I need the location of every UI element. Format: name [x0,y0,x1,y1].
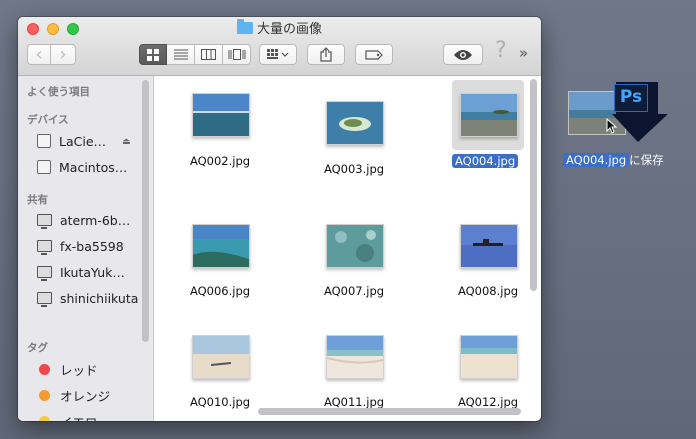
disk-icon [37,160,51,174]
sidebar-item-macintosh[interactable]: Macintos… [37,157,127,177]
file-name[interactable]: AQ011.jpg [322,395,386,409]
sidebar-item-ikutayuk[interactable]: IkutaYuk… [37,262,125,282]
file-name[interactable]: AQ003.jpg [322,162,386,176]
monitor-icon [37,214,52,229]
image-thumbnail-icon [461,225,517,267]
file-name[interactable]: AQ012.jpg [456,395,520,409]
sidebar-item-label: shinichiikuta [60,290,139,306]
image-thumbnail-icon [326,336,384,378]
folder-icon [236,19,253,34]
sidebar: よく使う項目 デバイス LaCie… Macintos… 共有 aterm-6b… [18,76,154,421]
image-thumbnail-icon [327,102,383,144]
columns-icon [201,49,216,60]
file-name[interactable]: AQ010.jpg [188,395,252,409]
window-title: 大量の画像 [18,19,541,39]
image-thumbnail-icon [327,225,383,267]
image-thumbnail-icon [193,94,249,136]
forward-icon: › [59,44,67,65]
column-view-button[interactable] [195,44,223,65]
tag-icon [365,49,383,60]
arrange-icon [267,49,289,59]
file-thumbnail[interactable] [460,335,518,379]
sidebar-item-aterm[interactable]: aterm-6b… [37,210,130,230]
tag-color-dot [39,389,50,401]
file-thumbnail[interactable] [460,224,518,268]
disk-icon [37,134,51,148]
image-thumbnail-icon [461,336,517,378]
cover-flow-icon [228,49,245,60]
view-mode-control [139,44,251,65]
eye-icon [454,49,472,60]
file-thumbnail[interactable] [326,335,384,379]
file-name-selected[interactable]: AQ004.jpg [452,154,519,168]
file-name[interactable]: AQ007.jpg [322,284,386,298]
image-thumbnail-icon [193,225,249,267]
sidebar-item-lacie[interactable]: LaCie… [37,131,106,151]
drag-hint-text: に保存 [629,153,664,167]
file-name[interactable]: AQ008.jpg [456,284,520,298]
sidebar-section-shared: 共有 [27,194,48,206]
window-title-text: 大量の画像 [256,22,322,37]
sidebar-section-devices: デバイス [27,114,69,126]
content-vertical-scrollbar[interactable] [530,79,537,291]
sidebar-item-label: Macintos… [59,159,128,175]
toolbar-overflow-icon[interactable]: » [519,44,528,62]
photoshop-app-icon: Ps [614,84,648,112]
file-thumbnail[interactable] [192,224,250,268]
sidebar-item-fx[interactable]: fx-ba5598 [37,236,124,256]
content-horizontal-scrollbar[interactable] [258,408,521,415]
sidebar-section-tags: タグ [27,342,48,354]
tag-color-dot [39,415,50,421]
file-name[interactable]: AQ002.jpg [188,154,252,168]
sidebar-tag-red[interactable]: レッド [37,359,98,379]
tags-button[interactable] [355,44,393,65]
monitor-icon [37,292,52,307]
sidebar-item-label: オレンジ [60,388,111,404]
tag-color-dot [39,363,50,375]
sidebar-tag-orange[interactable]: オレンジ [37,385,110,405]
sidebar-section-favorites: よく使う項目 [27,86,90,98]
title-bar: 大量の画像 ‹ › ? » [18,17,541,76]
eject-icon[interactable]: ⏏ [122,137,131,147]
dragged-file-name: AQ004.jpg [563,153,630,167]
icon-grid-icon [147,48,159,61]
sidebar-item-label: LaCie… [59,133,107,149]
sidebar-item-label: レッド [60,362,98,378]
file-thumbnail[interactable] [192,93,250,137]
sidebar-scrollbar[interactable] [142,80,149,342]
sidebar-item-shinichiikuta[interactable]: shinichiikuta [37,288,138,308]
cover-flow-button[interactable] [223,44,251,65]
sidebar-item-label: IkutaYuk… [60,264,125,280]
laptop-icon [37,266,52,281]
sidebar-tag-yellow[interactable]: イエロー [37,411,110,421]
file-thumbnail[interactable] [326,101,384,145]
file-thumbnail[interactable] [192,335,250,379]
image-thumbnail-icon [461,94,517,136]
sidebar-item-label: aterm-6b… [60,212,131,228]
back-button[interactable]: ‹ [27,44,51,65]
cursor-pointer-icon [606,118,618,134]
list-view-button[interactable] [167,44,195,65]
icon-view-button[interactable] [139,44,167,65]
forward-button[interactable]: › [51,44,76,65]
file-grid: AQ002.jpg AQ003.jpg AQ004.jpg AQ006.jpg … [154,76,541,421]
back-icon: ‹ [35,44,43,65]
share-icon [320,47,332,62]
arrange-menu-button[interactable] [259,44,297,65]
sidebar-item-label: fx-ba5598 [60,238,124,254]
finder-window: 大量の画像 ‹ › ? » よく使う項目 デバイス LaCie… Macinto… [18,17,541,421]
file-thumbnail[interactable] [460,93,518,137]
share-button[interactable] [307,44,345,65]
file-name[interactable]: AQ006.jpg [188,284,252,298]
image-thumbnail-icon [193,336,249,378]
drag-label: AQ004.jpg に保存 [563,152,664,168]
list-icon [173,49,188,60]
file-thumbnail[interactable] [326,224,384,268]
quick-look-button[interactable] [443,44,483,65]
help-icon[interactable]: ? [495,38,507,63]
monitor-icon [37,240,52,255]
sidebar-item-label: イエロー [60,412,110,422]
